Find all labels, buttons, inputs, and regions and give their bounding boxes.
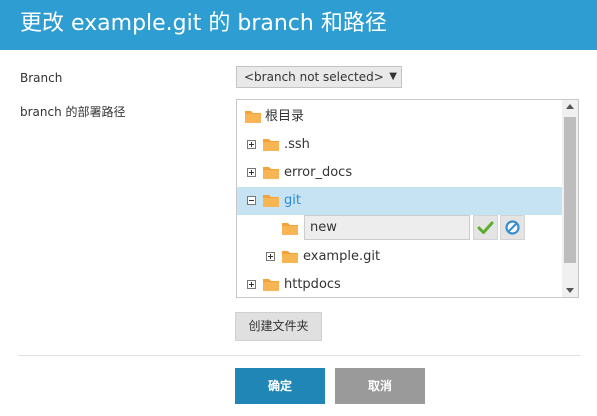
tree-scrollbar[interactable] — [562, 100, 578, 297]
tree-item-label: httpdocs — [284, 277, 341, 292]
tree-item-ssh[interactable]: .ssh — [237, 131, 563, 159]
scroll-up-arrow-icon[interactable] — [566, 104, 574, 109]
branch-select[interactable]: <branch not selected> ▼ — [236, 66, 402, 88]
dropdown-arrow-icon: ▼ — [389, 71, 397, 82]
scroll-down-arrow-icon[interactable] — [566, 288, 574, 293]
branch-select-value: <branch not selected> — [244, 70, 384, 84]
tree-item-label: .ssh — [284, 137, 310, 152]
tree-item-label: error_docs — [284, 165, 353, 180]
folder-icon — [245, 111, 261, 123]
branch-label: Branch — [20, 71, 63, 85]
tree-item-error-docs[interactable]: error_docs — [237, 159, 563, 187]
folder-icon — [282, 251, 298, 263]
scroll-thumb[interactable] — [564, 117, 576, 263]
cancel-button[interactable]: 取消 — [335, 368, 425, 404]
tree-item-root[interactable]: 根目录 — [237, 103, 563, 131]
create-folder-button[interactable]: 创建文件夹 — [235, 312, 322, 341]
checkmark-icon — [477, 221, 494, 234]
expand-plus-icon[interactable] — [247, 140, 256, 149]
folder-open-icon — [263, 195, 279, 207]
new-folder-name-input[interactable] — [304, 215, 470, 240]
folder-icon — [263, 139, 279, 151]
confirm-new-folder-button[interactable] — [473, 215, 498, 240]
tree-item-example-git[interactable]: example.git — [237, 243, 563, 271]
folder-tree[interactable]: 根目录 .ssh error_docs git example.git http… — [236, 99, 579, 298]
tree-item-label: git — [284, 193, 301, 208]
folder-icon — [263, 279, 279, 291]
deploy-path-label: branch 的部署路径 — [20, 105, 126, 119]
tree-item-git[interactable]: git — [237, 187, 563, 215]
cancel-circle-icon — [505, 220, 520, 235]
ok-button[interactable]: 确定 — [235, 368, 325, 404]
dialog-title: 更改 example.git 的 branch 和路径 — [20, 11, 387, 36]
expand-plus-icon[interactable] — [247, 168, 256, 177]
cancel-new-folder-button[interactable] — [500, 215, 525, 240]
footer-divider — [18, 355, 580, 356]
collapse-minus-icon[interactable] — [247, 196, 256, 205]
tree-item-httpdocs[interactable]: httpdocs — [237, 271, 563, 297]
dialog-titlebar: 更改 example.git 的 branch 和路径 — [0, 0, 597, 50]
tree-item-label: example.git — [303, 249, 381, 264]
expand-plus-icon[interactable] — [247, 280, 256, 289]
folder-icon — [263, 167, 279, 179]
folder-icon — [282, 223, 298, 235]
tree-item-label: 根目录 — [265, 109, 305, 124]
expand-plus-icon[interactable] — [266, 252, 275, 261]
